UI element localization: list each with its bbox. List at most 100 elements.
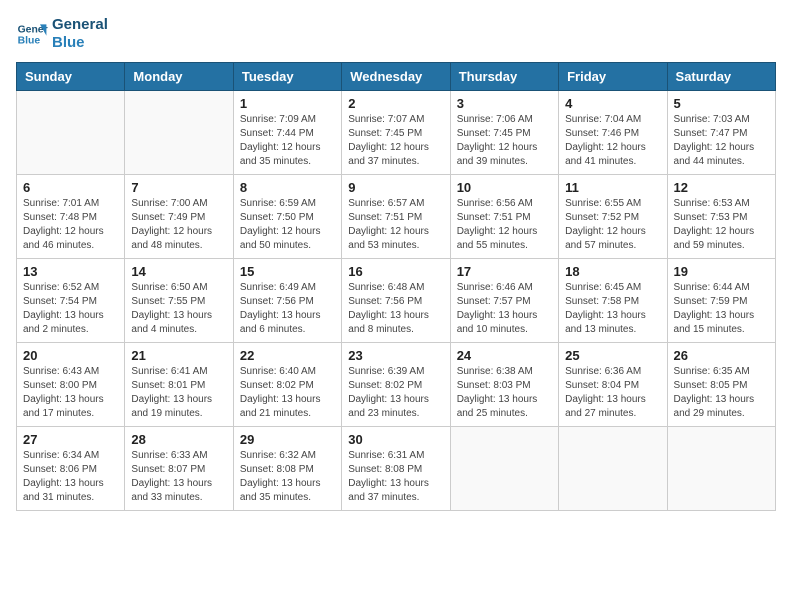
svg-text:Blue: Blue <box>18 36 41 47</box>
day-number: 24 <box>457 348 552 363</box>
calendar-cell: 11Sunrise: 6:55 AM Sunset: 7:52 PM Dayli… <box>559 175 667 259</box>
calendar-cell: 22 Sunrise: 6:40 AM Sunset: 8:02 PM Dayli… <box>233 343 341 427</box>
day-detail: Sunrise: 6:35 AM Sunset: 8:05 PM Dayligh… <box>674 365 769 421</box>
day-detail: Sunrise: 7:07 AM Sunset: 7:45 PM Dayligh… <box>348 113 443 169</box>
day-detail: Sunrise: 6:49 AM Sunset: 7:56 PM Dayligh… <box>240 281 335 337</box>
day-detail: Sunrise: 6:55 AM Sunset: 7:52 PM Dayligh… <box>565 197 660 253</box>
calendar-cell: 12Sunrise: 6:53 AM Sunset: 7:53 PM Dayli… <box>667 175 775 259</box>
calendar-cell: 28 Sunrise: 6:33 AM Sunset: 8:07 PM Dayli… <box>125 427 233 511</box>
calendar-header-row: SundayMondayTuesdayWednesdayThursdayFrid… <box>17 63 776 91</box>
calendar-cell: 15 Sunrise: 6:49 AM Sunset: 7:56 PM Dayli… <box>233 259 341 343</box>
day-number: 3 <box>457 96 552 111</box>
calendar-cell: 24 Sunrise: 6:38 AM Sunset: 8:03 PM Dayli… <box>450 343 558 427</box>
weekday-header-thursday: Thursday <box>450 63 558 91</box>
calendar-cell: 20 Sunrise: 6:43 AM Sunset: 8:00 PM Dayli… <box>17 343 125 427</box>
calendar-cell: 3Sunrise: 7:06 AM Sunset: 7:45 PM Daylig… <box>450 91 558 175</box>
day-detail: Sunrise: 6:56 AM Sunset: 7:51 PM Dayligh… <box>457 197 552 253</box>
weekday-header-friday: Friday <box>559 63 667 91</box>
calendar-body: 1Sunrise: 7:09 AM Sunset: 7:44 PM Daylig… <box>17 91 776 511</box>
weekday-header-monday: Monday <box>125 63 233 91</box>
calendar-week-row: 27 Sunrise: 6:34 AM Sunset: 8:06 PM Dayli… <box>17 427 776 511</box>
calendar-cell: 19 Sunrise: 6:44 AM Sunset: 7:59 PM Dayli… <box>667 259 775 343</box>
calendar-week-row: 20 Sunrise: 6:43 AM Sunset: 8:00 PM Dayli… <box>17 343 776 427</box>
day-detail: Sunrise: 7:03 AM Sunset: 7:47 PM Dayligh… <box>674 113 769 169</box>
day-number: 2 <box>348 96 443 111</box>
calendar-table: SundayMondayTuesdayWednesdayThursdayFrid… <box>16 62 776 511</box>
day-detail: Sunrise: 6:52 AM Sunset: 7:54 PM Dayligh… <box>23 281 118 337</box>
day-number: 13 <box>23 264 118 279</box>
day-number: 26 <box>674 348 769 363</box>
calendar-cell: 18 Sunrise: 6:45 AM Sunset: 7:58 PM Dayli… <box>559 259 667 343</box>
day-detail: Sunrise: 6:33 AM Sunset: 8:07 PM Dayligh… <box>131 449 226 505</box>
day-detail: Sunrise: 6:53 AM Sunset: 7:53 PM Dayligh… <box>674 197 769 253</box>
calendar-cell <box>125 91 233 175</box>
day-number: 9 <box>348 180 443 195</box>
calendar-cell: 30 Sunrise: 6:31 AM Sunset: 8:08 PM Dayli… <box>342 427 450 511</box>
day-number: 29 <box>240 432 335 447</box>
day-detail: Sunrise: 7:01 AM Sunset: 7:48 PM Dayligh… <box>23 197 118 253</box>
day-detail: Sunrise: 6:45 AM Sunset: 7:58 PM Dayligh… <box>565 281 660 337</box>
day-number: 15 <box>240 264 335 279</box>
day-number: 1 <box>240 96 335 111</box>
day-detail: Sunrise: 6:44 AM Sunset: 7:59 PM Dayligh… <box>674 281 769 337</box>
day-detail: Sunrise: 6:46 AM Sunset: 7:57 PM Dayligh… <box>457 281 552 337</box>
day-detail: Sunrise: 6:36 AM Sunset: 8:04 PM Dayligh… <box>565 365 660 421</box>
day-detail: Sunrise: 6:48 AM Sunset: 7:56 PM Dayligh… <box>348 281 443 337</box>
weekday-header-tuesday: Tuesday <box>233 63 341 91</box>
calendar-cell: 10 Sunrise: 6:56 AM Sunset: 7:51 PM Dayli… <box>450 175 558 259</box>
day-number: 19 <box>674 264 769 279</box>
logo-text-blue: Blue <box>52 34 108 52</box>
day-number: 7 <box>131 180 226 195</box>
calendar-cell: 7 Sunrise: 7:00 AM Sunset: 7:49 PM Daylig… <box>125 175 233 259</box>
day-detail: Sunrise: 6:34 AM Sunset: 8:06 PM Dayligh… <box>23 449 118 505</box>
weekday-header-wednesday: Wednesday <box>342 63 450 91</box>
day-detail: Sunrise: 6:38 AM Sunset: 8:03 PM Dayligh… <box>457 365 552 421</box>
logo: General Blue General Blue <box>16 16 108 52</box>
day-detail: Sunrise: 6:40 AM Sunset: 8:02 PM Dayligh… <box>240 365 335 421</box>
day-number: 5 <box>674 96 769 111</box>
calendar-cell <box>559 427 667 511</box>
day-number: 14 <box>131 264 226 279</box>
day-number: 28 <box>131 432 226 447</box>
day-detail: Sunrise: 6:59 AM Sunset: 7:50 PM Dayligh… <box>240 197 335 253</box>
calendar-week-row: 6 Sunrise: 7:01 AM Sunset: 7:48 PM Daylig… <box>17 175 776 259</box>
day-number: 23 <box>348 348 443 363</box>
logo-icon: General Blue <box>16 18 48 50</box>
day-number: 22 <box>240 348 335 363</box>
day-number: 30 <box>348 432 443 447</box>
calendar-cell: 9 Sunrise: 6:57 AM Sunset: 7:51 PM Daylig… <box>342 175 450 259</box>
day-detail: Sunrise: 6:32 AM Sunset: 8:08 PM Dayligh… <box>240 449 335 505</box>
calendar-cell: 21Sunrise: 6:41 AM Sunset: 8:01 PM Dayli… <box>125 343 233 427</box>
day-detail: Sunrise: 6:43 AM Sunset: 8:00 PM Dayligh… <box>23 365 118 421</box>
calendar-cell: 29 Sunrise: 6:32 AM Sunset: 8:08 PM Dayli… <box>233 427 341 511</box>
calendar-cell: 8Sunrise: 6:59 AM Sunset: 7:50 PM Daylig… <box>233 175 341 259</box>
day-number: 27 <box>23 432 118 447</box>
calendar-cell <box>17 91 125 175</box>
day-number: 20 <box>23 348 118 363</box>
calendar-cell <box>450 427 558 511</box>
day-detail: Sunrise: 7:04 AM Sunset: 7:46 PM Dayligh… <box>565 113 660 169</box>
calendar-cell: 1Sunrise: 7:09 AM Sunset: 7:44 PM Daylig… <box>233 91 341 175</box>
calendar-cell: 2 Sunrise: 7:07 AM Sunset: 7:45 PM Daylig… <box>342 91 450 175</box>
day-detail: Sunrise: 6:31 AM Sunset: 8:08 PM Dayligh… <box>348 449 443 505</box>
day-number: 10 <box>457 180 552 195</box>
calendar-cell: 14 Sunrise: 6:50 AM Sunset: 7:55 PM Dayli… <box>125 259 233 343</box>
calendar-cell: 13 Sunrise: 6:52 AM Sunset: 7:54 PM Dayli… <box>17 259 125 343</box>
day-detail: Sunrise: 6:39 AM Sunset: 8:02 PM Dayligh… <box>348 365 443 421</box>
day-detail: Sunrise: 7:00 AM Sunset: 7:49 PM Dayligh… <box>131 197 226 253</box>
day-number: 18 <box>565 264 660 279</box>
day-number: 4 <box>565 96 660 111</box>
day-detail: Sunrise: 6:57 AM Sunset: 7:51 PM Dayligh… <box>348 197 443 253</box>
calendar-cell: 26 Sunrise: 6:35 AM Sunset: 8:05 PM Dayli… <box>667 343 775 427</box>
weekday-header-sunday: Sunday <box>17 63 125 91</box>
day-detail: Sunrise: 6:50 AM Sunset: 7:55 PM Dayligh… <box>131 281 226 337</box>
day-number: 21 <box>131 348 226 363</box>
calendar-cell: 25 Sunrise: 6:36 AM Sunset: 8:04 PM Dayli… <box>559 343 667 427</box>
calendar-cell: 6 Sunrise: 7:01 AM Sunset: 7:48 PM Daylig… <box>17 175 125 259</box>
day-number: 25 <box>565 348 660 363</box>
day-number: 6 <box>23 180 118 195</box>
calendar-cell: 17Sunrise: 6:46 AM Sunset: 7:57 PM Dayli… <box>450 259 558 343</box>
weekday-header-saturday: Saturday <box>667 63 775 91</box>
calendar-cell: 5 Sunrise: 7:03 AM Sunset: 7:47 PM Daylig… <box>667 91 775 175</box>
calendar-week-row: 13 Sunrise: 6:52 AM Sunset: 7:54 PM Dayli… <box>17 259 776 343</box>
